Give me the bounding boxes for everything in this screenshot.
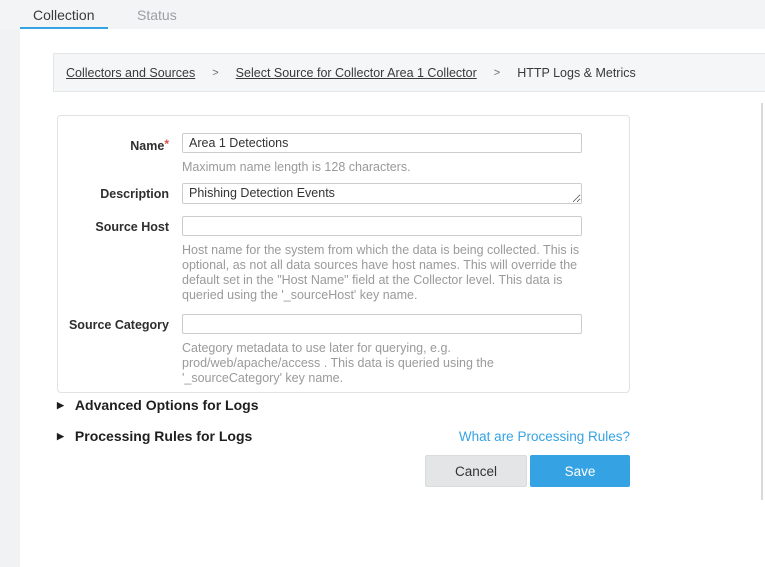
source-host-input[interactable]: [182, 216, 582, 236]
advanced-options-label: Advanced Options for Logs: [75, 397, 259, 413]
description-textarea[interactable]: Phishing Detection Events: [182, 183, 582, 204]
breadcrumb: Collectors and Sources > Select Source f…: [53, 53, 765, 92]
breadcrumb-select-source[interactable]: Select Source for Collector Area 1 Colle…: [236, 66, 477, 80]
description-field-cell: Phishing Detection Events: [182, 183, 582, 204]
source-host-helper-text: Host name for the system from which the …: [182, 243, 582, 303]
breadcrumb-separator: >: [212, 67, 218, 79]
name-input[interactable]: [182, 133, 582, 153]
processing-rules-row: ▶ Processing Rules for Logs What are Pro…: [57, 428, 630, 444]
content-panel: Collectors and Sources > Select Source f…: [20, 29, 765, 567]
processing-rules-expander[interactable]: ▶ Processing Rules for Logs: [57, 428, 252, 444]
tab-collection[interactable]: Collection: [33, 0, 94, 29]
tab-bar: Collection Status: [0, 0, 765, 29]
description-label: Description: [58, 183, 169, 204]
source-category-field-cell: Category metadata to use later for query…: [182, 314, 582, 386]
source-category-label: Source Category: [58, 314, 169, 386]
required-asterisk: *: [164, 137, 169, 151]
source-category-field-row: Source Category Category metadata to use…: [58, 314, 629, 386]
breadcrumb-collectors-and-sources[interactable]: Collectors and Sources: [66, 66, 195, 80]
processing-rules-label: Processing Rules for Logs: [75, 428, 252, 444]
save-button[interactable]: Save: [530, 455, 630, 487]
name-field-cell: Maximum name length is 128 characters.: [182, 133, 582, 175]
form-actions: Cancel Save: [57, 455, 630, 487]
what-are-processing-rules-link[interactable]: What are Processing Rules?: [459, 429, 630, 444]
source-category-input[interactable]: [182, 314, 582, 334]
tab-status[interactable]: Status: [137, 0, 177, 29]
name-field-row: Name* Maximum name length is 128 charact…: [58, 133, 629, 175]
source-host-field-row: Source Host Host name for the system fro…: [58, 216, 629, 303]
source-config-form-card: Name* Maximum name length is 128 charact…: [57, 115, 630, 393]
left-gutter: [0, 0, 20, 567]
advanced-options-expander[interactable]: ▶ Advanced Options for Logs: [57, 397, 259, 413]
source-host-label: Source Host: [58, 216, 169, 303]
cancel-button[interactable]: Cancel: [425, 455, 527, 487]
name-label-text: Name: [130, 139, 164, 153]
expand-triangle-icon: ▶: [57, 401, 64, 410]
expand-triangle-icon: ▶: [57, 432, 64, 441]
breadcrumb-separator: >: [494, 67, 500, 79]
name-helper-text: Maximum name length is 128 characters.: [182, 160, 582, 175]
breadcrumb-current-page: HTTP Logs & Metrics: [517, 66, 636, 80]
vertical-scrollbar[interactable]: [761, 103, 763, 500]
source-host-field-cell: Host name for the system from which the …: [182, 216, 582, 303]
description-field-row: Description Phishing Detection Events: [58, 183, 629, 204]
source-category-helper-text: Category metadata to use later for query…: [182, 341, 582, 386]
name-label: Name*: [58, 133, 169, 175]
